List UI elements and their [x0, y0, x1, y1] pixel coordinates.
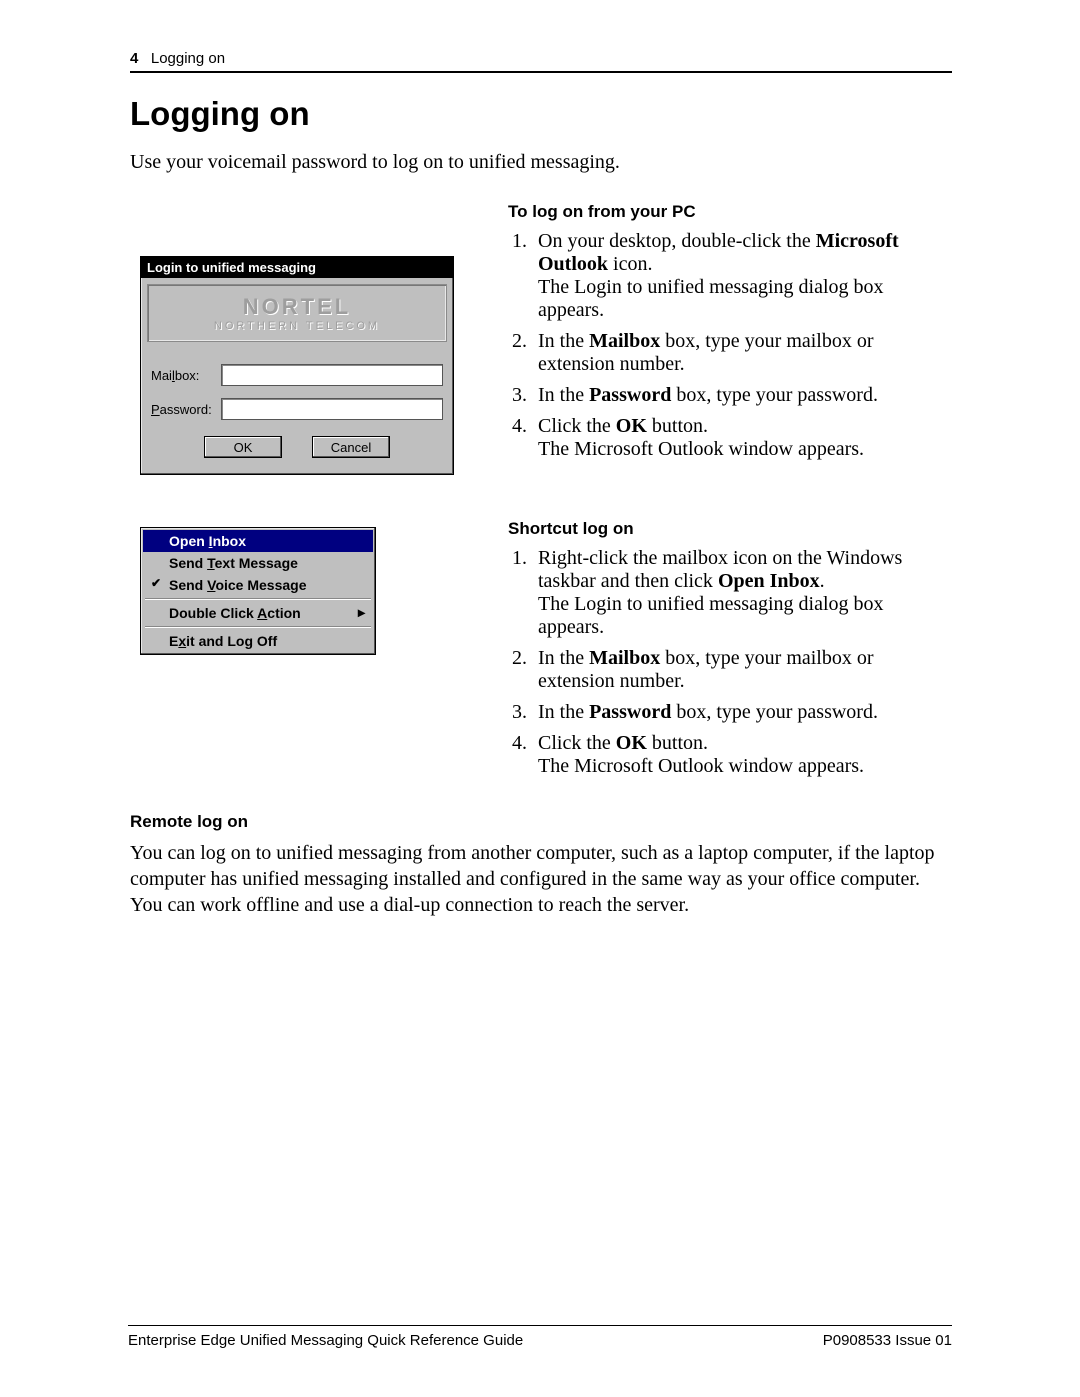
footer-right: P0908533 Issue 01: [823, 1332, 952, 1349]
page-number: 4: [130, 50, 138, 67]
menu-send-text[interactable]: Send Text Message: [143, 552, 373, 574]
list-item: In the Mailbox box, type your mailbox or…: [532, 647, 952, 693]
remote-body: You can log on to unified messaging from…: [130, 840, 952, 918]
list-item: In the Password box, type your password.: [532, 384, 952, 407]
context-menu: Open Inbox Send Text Message Send Voice …: [140, 527, 376, 655]
menu-double-click[interactable]: Double Click Action: [143, 602, 373, 624]
list-item: In the Password box, type your password.: [532, 701, 952, 724]
menu-separator: [145, 626, 371, 628]
menu-open-inbox[interactable]: Open Inbox: [143, 530, 373, 552]
ok-button[interactable]: OK: [204, 436, 282, 458]
menu-exit[interactable]: Exit and Log Off: [143, 630, 373, 652]
login-dialog: Login to unified messaging NORTEL NORTHE…: [140, 256, 454, 475]
shortcut-heading: Shortcut log on: [508, 519, 952, 539]
list-item: Click the OK button.The Microsoft Outloo…: [532, 732, 952, 778]
list-item: Right-click the mailbox icon on the Wind…: [532, 547, 952, 639]
nortel-logo: NORTEL NORTHERN TELECOM: [147, 284, 447, 342]
password-field[interactable]: [221, 398, 443, 420]
running-section: Logging on: [151, 50, 225, 67]
menu-send-voice[interactable]: Send Voice Message: [143, 574, 373, 596]
pc-heading: To log on from your PC: [508, 202, 952, 222]
menu-separator: [145, 598, 371, 600]
cancel-button[interactable]: Cancel: [312, 436, 390, 458]
footer-left: Enterprise Edge Unified Messaging Quick …: [128, 1332, 523, 1349]
remote-heading: Remote log on: [130, 812, 952, 832]
running-head: 4 Logging on: [130, 50, 952, 73]
pc-steps: On your desktop, double-click the Micros…: [508, 230, 952, 461]
shortcut-steps: Right-click the mailbox icon on the Wind…: [508, 547, 952, 778]
page-title: Logging on: [130, 95, 952, 133]
password-label: Password:: [151, 402, 221, 417]
page-footer: Enterprise Edge Unified Messaging Quick …: [128, 1325, 952, 1349]
list-item: On your desktop, double-click the Micros…: [532, 230, 952, 322]
list-item: Click the OK button.The Microsoft Outloo…: [532, 415, 952, 461]
intro-text: Use your voicemail password to log on to…: [130, 151, 952, 174]
dialog-titlebar: Login to unified messaging: [141, 257, 453, 278]
list-item: In the Mailbox box, type your mailbox or…: [532, 330, 952, 376]
mailbox-field[interactable]: [221, 364, 443, 386]
mailbox-label: Mailbox:: [151, 368, 221, 383]
